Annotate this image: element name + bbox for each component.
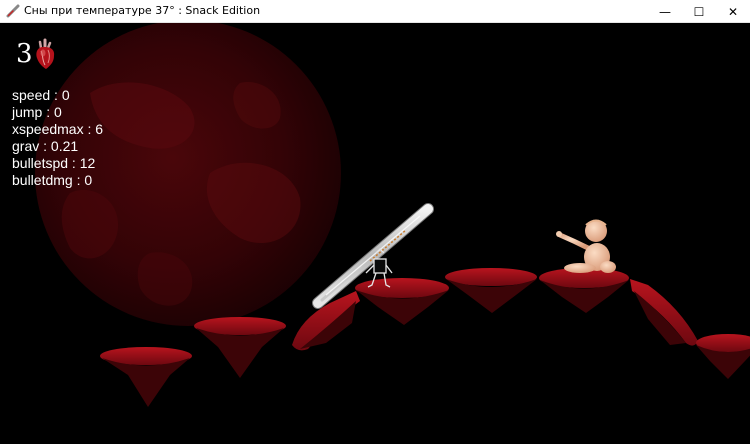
stat-xspeedmax: xspeedmax : 6 [12, 121, 104, 137]
game-scene [35, 23, 750, 407]
stat-speed: speed : 0 [12, 87, 70, 103]
minimize-button[interactable]: — [648, 0, 682, 23]
stat-bulletdmg: bulletdmg : 0 [12, 172, 93, 188]
platform [194, 317, 286, 378]
title-bar[interactable]: Сны при температуре 37° : Snack Edition … [0, 0, 750, 23]
platform [539, 268, 629, 313]
stat-jump: jump : 0 [12, 104, 62, 120]
platform [355, 278, 449, 325]
baby-enemy [556, 219, 616, 273]
stat-bulletspd: bulletspd : 12 [12, 155, 96, 171]
close-button[interactable]: ✕ [716, 0, 750, 23]
lives-counter: 3 [16, 38, 56, 70]
platform [100, 347, 192, 407]
anatomical-heart-icon [35, 38, 54, 69]
game-canvas[interactable]: 3 speed : 0 jump : 0 xspeedmax : 6 grav … [0, 23, 750, 444]
stat-grav: grav : 0.21 [12, 138, 79, 154]
platform [696, 334, 750, 379]
platform-ramp [630, 279, 698, 346]
maximize-button[interactable]: ☐ [682, 0, 716, 23]
platform [445, 268, 537, 313]
lives-count: 3 [16, 39, 33, 69]
player-stats: speed : 0 jump : 0 xspeedmax : 6 grav : … [12, 87, 103, 189]
thermometer-icon [6, 4, 20, 18]
window-title: Сны при температуре 37° : Snack Edition [24, 4, 261, 17]
game-window: Сны при температуре 37° : Snack Edition … [0, 0, 750, 444]
